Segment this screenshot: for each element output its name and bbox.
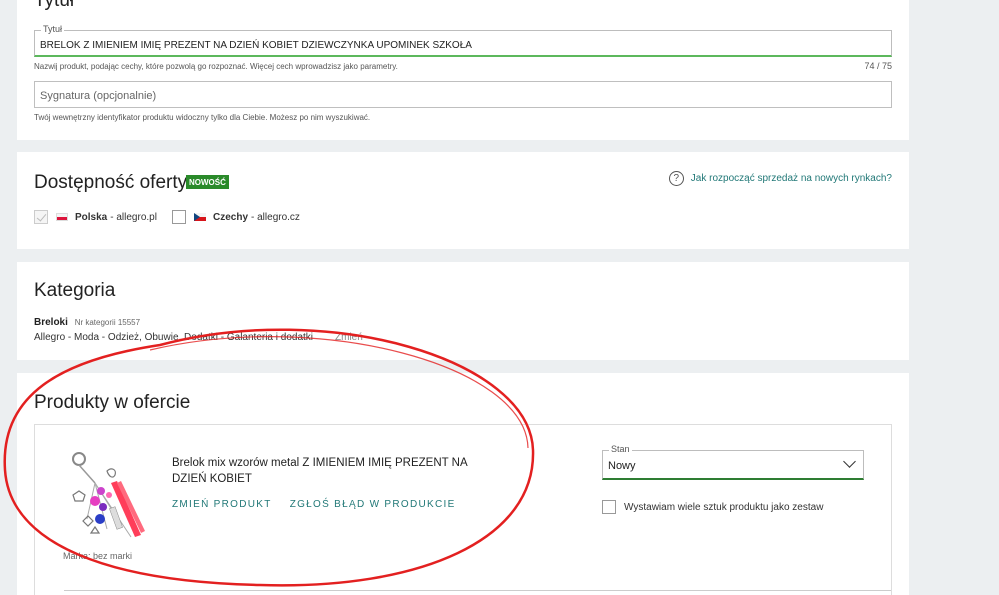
czechia-label: Czechy xyxy=(213,211,249,223)
signature-helper-text: Twój wewnętrzny identyfikator produktu w… xyxy=(34,113,371,122)
products-card: Produkty w ofercie Marka: bez marki Brel… xyxy=(17,373,909,595)
change-product-link[interactable]: ZMIEŃ PRODUKT xyxy=(172,499,272,510)
product-set-label: Wystawiam wiele sztuk produktu jako zest… xyxy=(624,501,824,513)
poland-checkbox[interactable] xyxy=(34,210,48,224)
category-number: Nr kategorii 15557 xyxy=(74,318,141,327)
category-heading: Kategoria xyxy=(34,280,116,301)
availability-card: Dostępność oferty NOWOŚĆ ? Jak rozpocząć… xyxy=(17,152,909,249)
chevron-down-icon[interactable] xyxy=(843,455,856,468)
product-item: Marka: bez marki Brelok mix wzorów metal… xyxy=(34,424,892,595)
category-card: Kategoria Breloki Nr kategorii 15557 All… xyxy=(17,262,909,360)
new-badge: NOWOŚĆ xyxy=(186,175,229,189)
poland-flag-icon xyxy=(56,213,68,221)
product-divider xyxy=(64,590,891,591)
condition-legend: Stan xyxy=(609,444,632,454)
title-field-legend: Tytuł xyxy=(41,24,65,34)
poland-label: Polska xyxy=(75,211,108,223)
new-markets-help-link[interactable]: ? Jak rozpocząć sprzedaż na nowych rynka… xyxy=(668,170,892,186)
report-product-error-link[interactable]: ZGŁOŚ BŁĄD W PRODUKCIE xyxy=(290,499,456,510)
market-option-czechia[interactable]: Czechy - allegro.cz xyxy=(172,209,300,225)
signature-field[interactable]: Sygnatura (opcjonalnie) xyxy=(34,81,892,108)
product-set-checkbox[interactable] xyxy=(602,500,616,514)
title-helper-text: Nazwij produkt, podając cechy, które poz… xyxy=(34,62,398,71)
question-icon: ? xyxy=(668,170,684,186)
category-name-row: Breloki Nr kategorii 15557 xyxy=(34,317,140,328)
czechia-checkbox[interactable] xyxy=(172,210,186,224)
condition-select[interactable]: Stan Nowy xyxy=(602,444,864,480)
condition-value[interactable]: Nowy xyxy=(608,460,636,472)
category-path: Allegro - Moda - Odzież, Obuwie, Dodatki… xyxy=(34,332,314,343)
help-link-label[interactable]: Jak rozpocząć sprzedaż na nowych rynkach… xyxy=(691,173,892,184)
title-card: Tytuł Tytuł BRELOK Z IMIENIEM IMIĘ PREZE… xyxy=(17,0,909,140)
title-field-value[interactable]: BRELOK Z IMIENIEM IMIĘ PREZENT NA DZIEŃ … xyxy=(40,40,472,51)
czechia-flag-icon xyxy=(194,213,206,221)
products-heading: Produkty w ofercie xyxy=(34,392,191,413)
product-name: Brelok mix wzorów metal Z IMIENIEM IMIĘ … xyxy=(172,457,468,485)
czechia-site: - allegro.cz xyxy=(251,211,300,223)
title-char-counter: 74 / 75 xyxy=(864,61,892,71)
availability-heading: Dostępność oferty xyxy=(34,172,188,193)
product-brand: Marka: bez marki xyxy=(63,551,133,561)
title-heading: Tytuł xyxy=(34,0,75,11)
change-category-link[interactable]: Zmień xyxy=(335,332,363,343)
market-option-poland[interactable]: Polska - allegro.pl xyxy=(34,209,157,225)
title-field[interactable]: Tytuł BRELOK Z IMIENIEM IMIĘ PREZENT NA … xyxy=(34,24,892,57)
product-image xyxy=(72,452,145,538)
category-name: Breloki xyxy=(34,317,68,328)
poland-site: - allegro.pl xyxy=(110,211,157,223)
product-actions: ZMIEŃ PRODUKT ZGŁOŚ BŁĄD W PRODUKCIE xyxy=(172,499,456,510)
signature-placeholder[interactable]: Sygnatura (opcjonalnie) xyxy=(40,90,156,102)
product-set-option[interactable]: Wystawiam wiele sztuk produktu jako zest… xyxy=(602,500,823,514)
